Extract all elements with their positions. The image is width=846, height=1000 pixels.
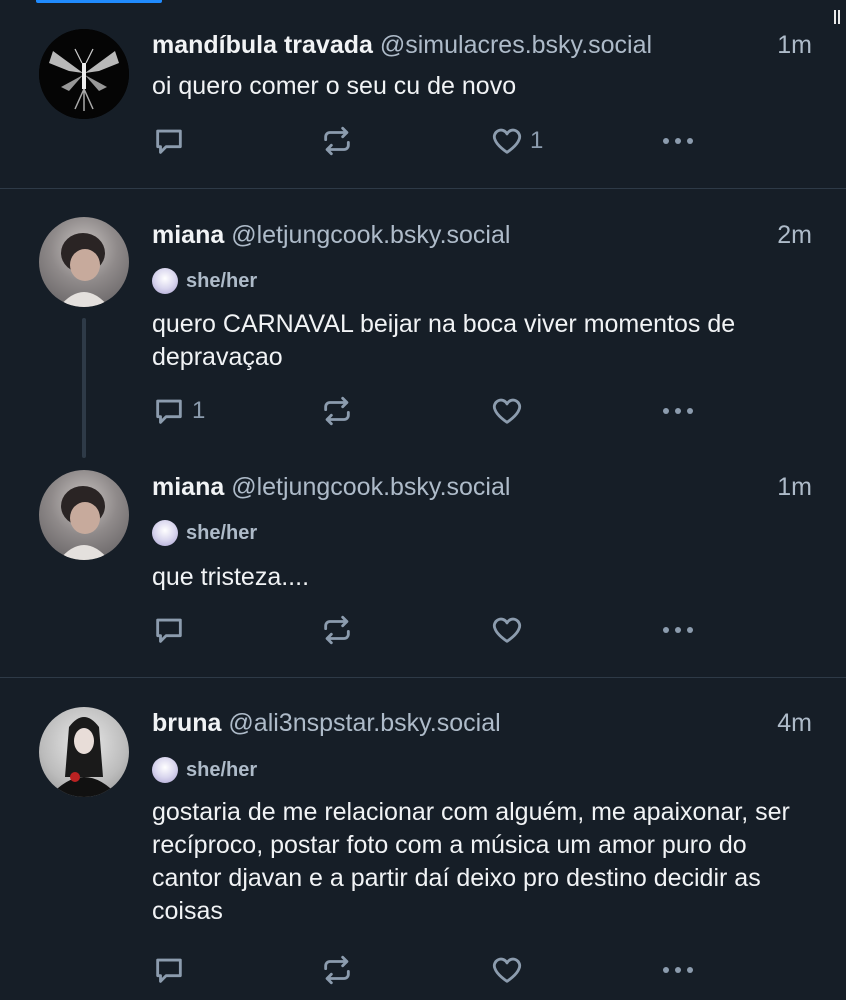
post-actions: 1 (0, 121, 846, 161)
reply-icon (156, 958, 182, 983)
post-time[interactable]: 4m (777, 705, 812, 741)
pronouns-text: she/her (186, 270, 258, 292)
post-actions (0, 950, 846, 990)
reply-icon (156, 618, 182, 643)
post-text: gostaria de me relacionar com alguém, me… (152, 798, 790, 925)
post-text: oi quero comer o seu cu de novo (152, 72, 517, 100)
post-actions: 1 (0, 391, 846, 431)
pronoun-avatar-icon (152, 757, 178, 783)
moth-avatar-image (39, 29, 129, 119)
more-icon (663, 967, 693, 973)
pronoun-avatar-icon (152, 268, 178, 294)
post-time[interactable]: 2m (777, 217, 812, 253)
repost-icon (324, 615, 350, 645)
author-handle[interactable]: @ali3nspstar.bsky.social (228, 709, 500, 737)
more-button[interactable] (658, 950, 698, 990)
author-handle[interactable]: @letjungcook.bsky.social (231, 473, 510, 501)
repost-button[interactable] (320, 121, 360, 161)
reply-button[interactable] (152, 950, 192, 990)
user-avatar-image (49, 717, 119, 797)
pronouns-text: she/her (186, 522, 258, 544)
repost-icon (324, 396, 350, 426)
heart-icon (492, 957, 522, 983)
pronouns-badge: she/her (152, 756, 257, 784)
post[interactable]: mandíbula travada @simulacres.bsky.socia… (0, 0, 846, 188)
avatar[interactable] (39, 29, 129, 119)
author-handle[interactable]: @letjungcook.bsky.social (231, 221, 510, 249)
more-icon (663, 627, 693, 633)
reply-button[interactable]: 1 (152, 391, 205, 431)
post-actions (0, 610, 846, 650)
repost-button[interactable] (320, 391, 360, 431)
reply-button[interactable] (152, 610, 192, 650)
post[interactable]: miana @letjungcook.bsky.social 1m she/he… (0, 459, 846, 677)
reply-icon (156, 399, 182, 424)
reply-count: 1 (192, 397, 206, 424)
repost-button[interactable] (320, 610, 360, 650)
author-name[interactable]: miana (152, 473, 224, 501)
like-button[interactable] (490, 950, 530, 990)
author-name[interactable]: mandíbula travada (152, 31, 373, 59)
like-button[interactable]: 1 (490, 121, 543, 161)
reply-icon (156, 129, 182, 154)
post-text: que tristeza.... (152, 563, 310, 591)
more-button[interactable] (658, 121, 698, 161)
author-name[interactable]: miana (152, 221, 224, 249)
post[interactable]: bruna @ali3nspstar.bsky.social 4m she/he… (0, 678, 846, 1000)
heart-icon (492, 128, 522, 154)
avatar[interactable] (39, 707, 129, 797)
post-time[interactable]: 1m (777, 469, 812, 505)
pronouns-badge: she/her (152, 519, 257, 547)
author-handle[interactable]: @simulacres.bsky.social (380, 31, 652, 59)
repost-icon (324, 126, 350, 156)
post-time[interactable]: 1m (777, 27, 812, 63)
pronouns-text: she/her (186, 759, 258, 781)
more-icon (663, 408, 693, 414)
repost-icon (324, 955, 350, 985)
user-avatar-image (59, 486, 109, 560)
heart-icon (492, 617, 522, 643)
repost-button[interactable] (320, 950, 360, 990)
author-name[interactable]: bruna (152, 709, 221, 737)
thread-connector-line (82, 318, 86, 458)
reply-button[interactable] (152, 121, 192, 161)
like-button[interactable] (490, 610, 530, 650)
post[interactable]: miana @letjungcook.bsky.social 2m she/he… (0, 189, 846, 459)
more-button[interactable] (658, 610, 698, 650)
heart-icon (492, 398, 522, 424)
post-text: quero CARNAVAL beijar na boca viver mome… (152, 310, 736, 371)
pronouns-badge: she/her (152, 267, 257, 295)
like-button[interactable] (490, 391, 530, 431)
avatar[interactable] (39, 470, 129, 560)
more-button[interactable] (658, 391, 698, 431)
avatar[interactable] (39, 217, 129, 307)
more-icon (663, 138, 693, 144)
user-avatar-image (59, 233, 109, 307)
like-count: 1 (530, 127, 544, 154)
pronoun-avatar-icon (152, 520, 178, 546)
